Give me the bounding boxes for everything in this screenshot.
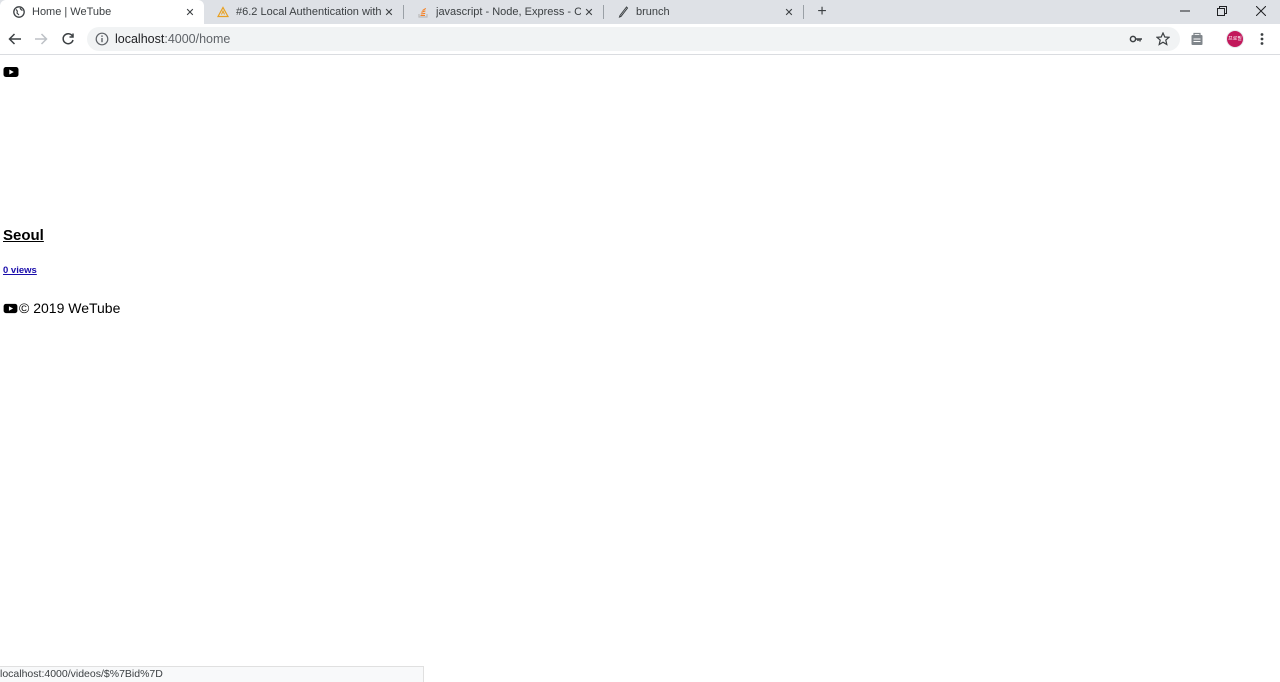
forward-arrow-icon — [35, 33, 48, 45]
tab-separator — [803, 5, 804, 19]
link-status-bubble: localhost:4000/videos/$%7Bid%7D — [0, 666, 424, 682]
globe-icon — [12, 5, 26, 19]
reload-icon — [62, 32, 74, 45]
footer-copyright: © 2019 WeTube — [19, 300, 121, 316]
key-icon[interactable] — [1128, 31, 1144, 47]
close-window-button[interactable] — [1242, 0, 1280, 22]
tab-stackoverflow[interactable]: javascript - Node, Express - CAN ✕ — [404, 0, 603, 24]
video-title-text[interactable]: Seoul — [3, 227, 44, 244]
tab-strip: Home | WeTube ✕ #6.2 Local Authenticatio… — [0, 0, 1280, 24]
tab-brunch[interactable]: brunch ✕ — [604, 0, 803, 24]
new-tab-button[interactable]: + — [812, 2, 832, 22]
youtube-icon — [3, 67, 19, 77]
youtube-logo-link[interactable] — [3, 65, 19, 77]
nomad-warning-icon — [216, 5, 230, 19]
url-path: :4000/home — [164, 32, 231, 46]
close-tab-icon[interactable]: ✕ — [381, 4, 397, 20]
close-tab-icon[interactable]: ✕ — [781, 4, 797, 20]
site-info-icon[interactable] — [95, 32, 109, 46]
tab-local-authentication[interactable]: #6.2 Local Authentication with P ✕ — [204, 0, 403, 24]
menu-kebab-icon[interactable] — [1254, 31, 1270, 47]
url-host: localhost — [115, 32, 165, 46]
close-tab-icon[interactable]: ✕ — [581, 4, 597, 20]
tab-title: Home | WeTube — [32, 6, 112, 18]
page-footer: © 2019 WeTube — [3, 300, 120, 316]
youtube-icon — [3, 303, 18, 313]
avatar-initials: 프로필 — [1228, 35, 1242, 42]
stackoverflow-icon — [416, 5, 430, 19]
minimize-button[interactable] — [1166, 0, 1204, 22]
tab-title: #6.2 Local Authentication with P — [236, 6, 381, 18]
extension-icon[interactable] — [1189, 31, 1205, 47]
forward-button[interactable] — [30, 28, 52, 50]
brunch-pen-icon — [616, 5, 630, 19]
reload-button[interactable] — [57, 28, 79, 50]
bookmark-star-icon[interactable] — [1155, 31, 1171, 47]
url-text: localhost:4000/home — [115, 32, 230, 46]
tab-home-wetube[interactable]: Home | WeTube ✕ — [0, 0, 204, 24]
tab-title: javascript - Node, Express - CAN — [436, 6, 581, 18]
video-views-link[interactable]: 0 views — [3, 265, 37, 276]
video-title-link[interactable]: Seoul — [3, 227, 44, 244]
page-content: Seoul 0 views © 2019 WeTube — [0, 56, 1280, 666]
back-arrow-icon — [8, 33, 21, 45]
restore-button[interactable] — [1203, 0, 1241, 22]
tab-title: brunch — [636, 6, 670, 18]
profile-avatar[interactable]: 프로필 — [1226, 30, 1244, 48]
browser-toolbar: localhost:4000/home — [0, 24, 1280, 55]
back-button[interactable] — [4, 28, 26, 50]
address-bar[interactable]: localhost:4000/home — [87, 27, 1180, 51]
close-tab-icon[interactable]: ✕ — [182, 4, 198, 20]
